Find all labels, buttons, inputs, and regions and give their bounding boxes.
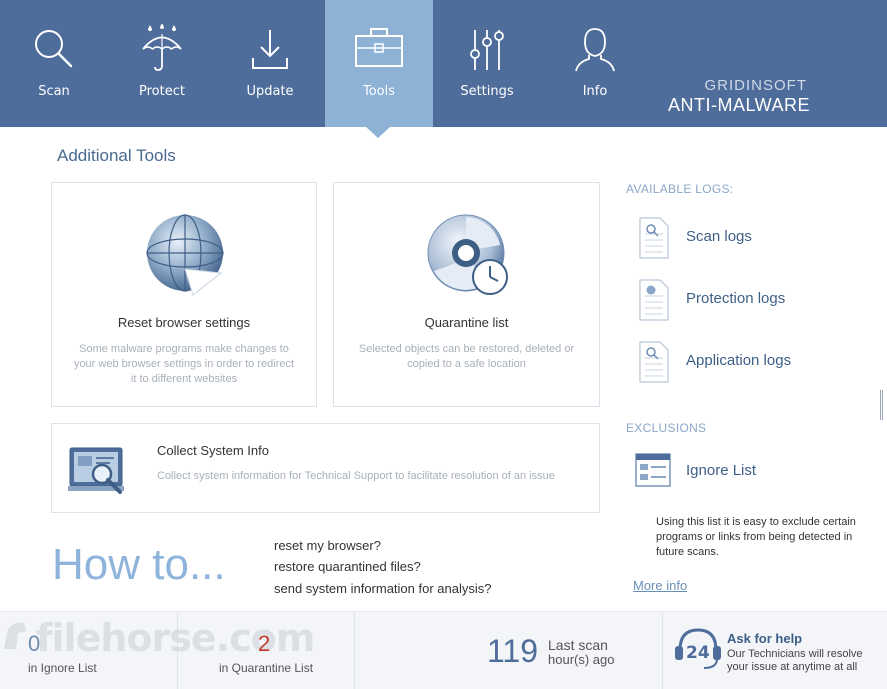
support-24-badge: 24 — [686, 643, 710, 663]
last-scan-unit: hour(s) ago — [548, 652, 615, 667]
umbrella-icon — [142, 24, 182, 71]
more-info-link[interactable]: More info — [633, 578, 687, 593]
quarantine-disc-icon — [427, 214, 508, 295]
log-document-icon — [639, 279, 669, 321]
nav-tools[interactable]: Tools — [325, 0, 433, 127]
quarantine-count: 2 — [258, 631, 271, 656]
howto-reset-browser-link[interactable]: reset my browser? — [274, 538, 381, 553]
person-icon — [575, 28, 615, 72]
quarantine-desc: Selected objects can be restored, delete… — [358, 343, 575, 370]
brand-name: GRIDINSOFT — [704, 77, 807, 94]
exclusions-label: EXCLUSIONS — [626, 421, 707, 435]
collect-system-info-desc: Collect system information for Technical… — [157, 470, 555, 482]
filehorse-logo-icon — [4, 622, 26, 649]
top-navigation-bar: Scan Protect Update Tools Settings Info … — [0, 0, 887, 127]
status-divider — [354, 612, 355, 689]
quarantine-count-label: in Quarantine List — [219, 661, 314, 675]
reset-browser-title: Reset browser settings — [117, 315, 251, 330]
nav-update-label: Update — [246, 84, 294, 99]
active-tab-pointer — [366, 127, 390, 138]
howto-send-system-info-link[interactable]: send system information for analysis? — [274, 581, 491, 596]
ignore-list-icon — [635, 453, 671, 487]
application-logs-link[interactable]: Application logs — [634, 340, 874, 388]
ignore-list-label: Ignore List — [686, 462, 757, 479]
nav-settings-label: Settings — [460, 84, 514, 99]
log-document-icon — [639, 341, 669, 383]
ask-for-help-text: Our Technicians will resolve your issue … — [727, 648, 863, 673]
sliders-icon — [470, 30, 504, 70]
scan-logs-link[interactable]: Scan logs — [634, 216, 874, 264]
search-icon — [35, 30, 73, 68]
protection-logs-link[interactable]: Protection logs — [634, 278, 874, 326]
nav-tools-label: Tools — [362, 84, 396, 99]
scan-logs-label: Scan logs — [686, 228, 752, 245]
brand-product: ANTI-MALWARE — [668, 95, 811, 115]
quarantine-title: Quarantine list — [424, 315, 509, 330]
nav-settings[interactable]: Settings — [433, 0, 541, 127]
support-24-icon[interactable]: 24 — [672, 624, 724, 674]
ignore-list-count: 0 — [28, 631, 41, 656]
last-scan-value: 119 — [487, 633, 539, 669]
system-info-icon — [68, 447, 124, 494]
ignore-list-count-label: in Ignore List — [28, 661, 97, 675]
ask-for-help-link[interactable]: Ask for help — [727, 631, 802, 646]
available-logs-label: AVAILABLE LOGS: — [626, 182, 734, 196]
nav-info[interactable]: Info — [541, 0, 649, 127]
reset-browser-card[interactable]: Reset browser settings Some malware prog… — [51, 182, 317, 407]
page-title: Additional Tools — [57, 146, 176, 165]
resize-grip[interactable] — [880, 390, 883, 420]
howto-restore-quarantine-link[interactable]: restore quarantined files? — [274, 559, 421, 574]
collect-system-info-card[interactable]: Collect System Info Collect system infor… — [51, 423, 600, 513]
how-to-heading: How to... — [52, 540, 226, 589]
toolbox-icon — [355, 28, 403, 67]
application-logs-label: Application logs — [686, 352, 792, 369]
nav-protect-label: Protect — [139, 84, 185, 99]
nav-scan-label: Scan — [38, 84, 70, 99]
nav-update[interactable]: Update — [216, 0, 324, 127]
quarantine-card[interactable]: Quarantine list Selected objects can be … — [333, 182, 600, 407]
collect-system-info-title: Collect System Info — [157, 443, 269, 458]
nav-protect[interactable]: Protect — [108, 0, 216, 127]
exclusions-note: Using this list it is easy to exclude ce… — [656, 516, 856, 558]
download-icon — [252, 30, 288, 69]
ignore-list-link[interactable]: Ignore List — [634, 450, 874, 498]
nav-info-label: Info — [582, 84, 608, 99]
status-divider — [662, 612, 663, 689]
last-scan-label: Last scan — [548, 637, 608, 653]
globe-icon — [146, 214, 224, 296]
log-document-icon — [639, 217, 669, 259]
filehorse-watermark: filehorse.com — [36, 616, 315, 660]
nav-scan[interactable]: Scan — [0, 0, 108, 127]
reset-browser-desc: Some malware programs make changes to yo… — [73, 343, 295, 385]
protection-logs-label: Protection logs — [686, 290, 786, 307]
